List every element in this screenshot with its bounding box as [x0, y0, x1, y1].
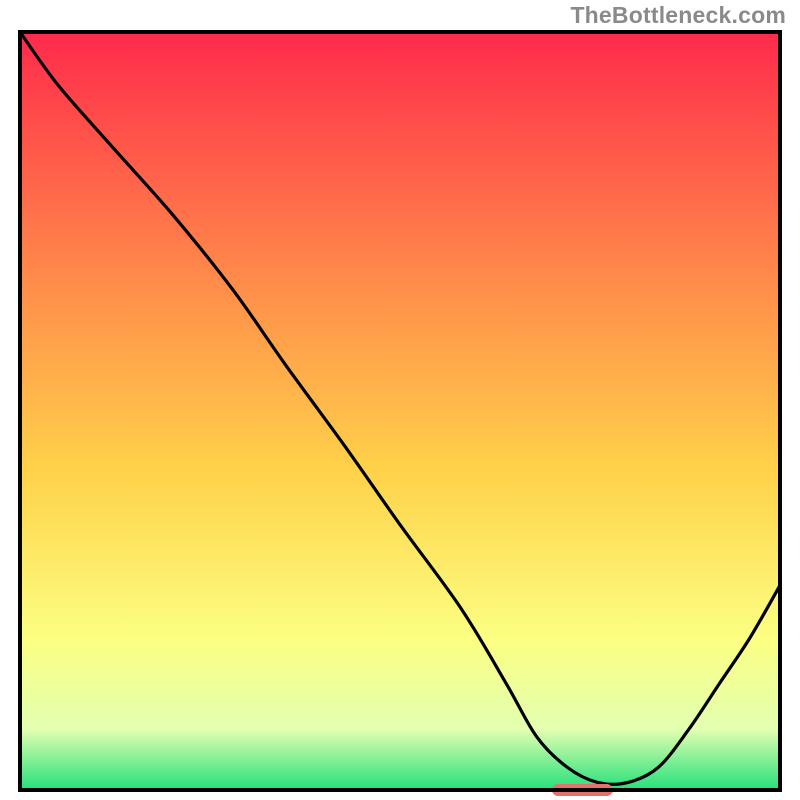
gradient-background: [20, 32, 780, 790]
chart-svg: [0, 0, 800, 800]
chart-canvas: TheBottleneck.com: [0, 0, 800, 800]
plot-area: [20, 32, 780, 796]
